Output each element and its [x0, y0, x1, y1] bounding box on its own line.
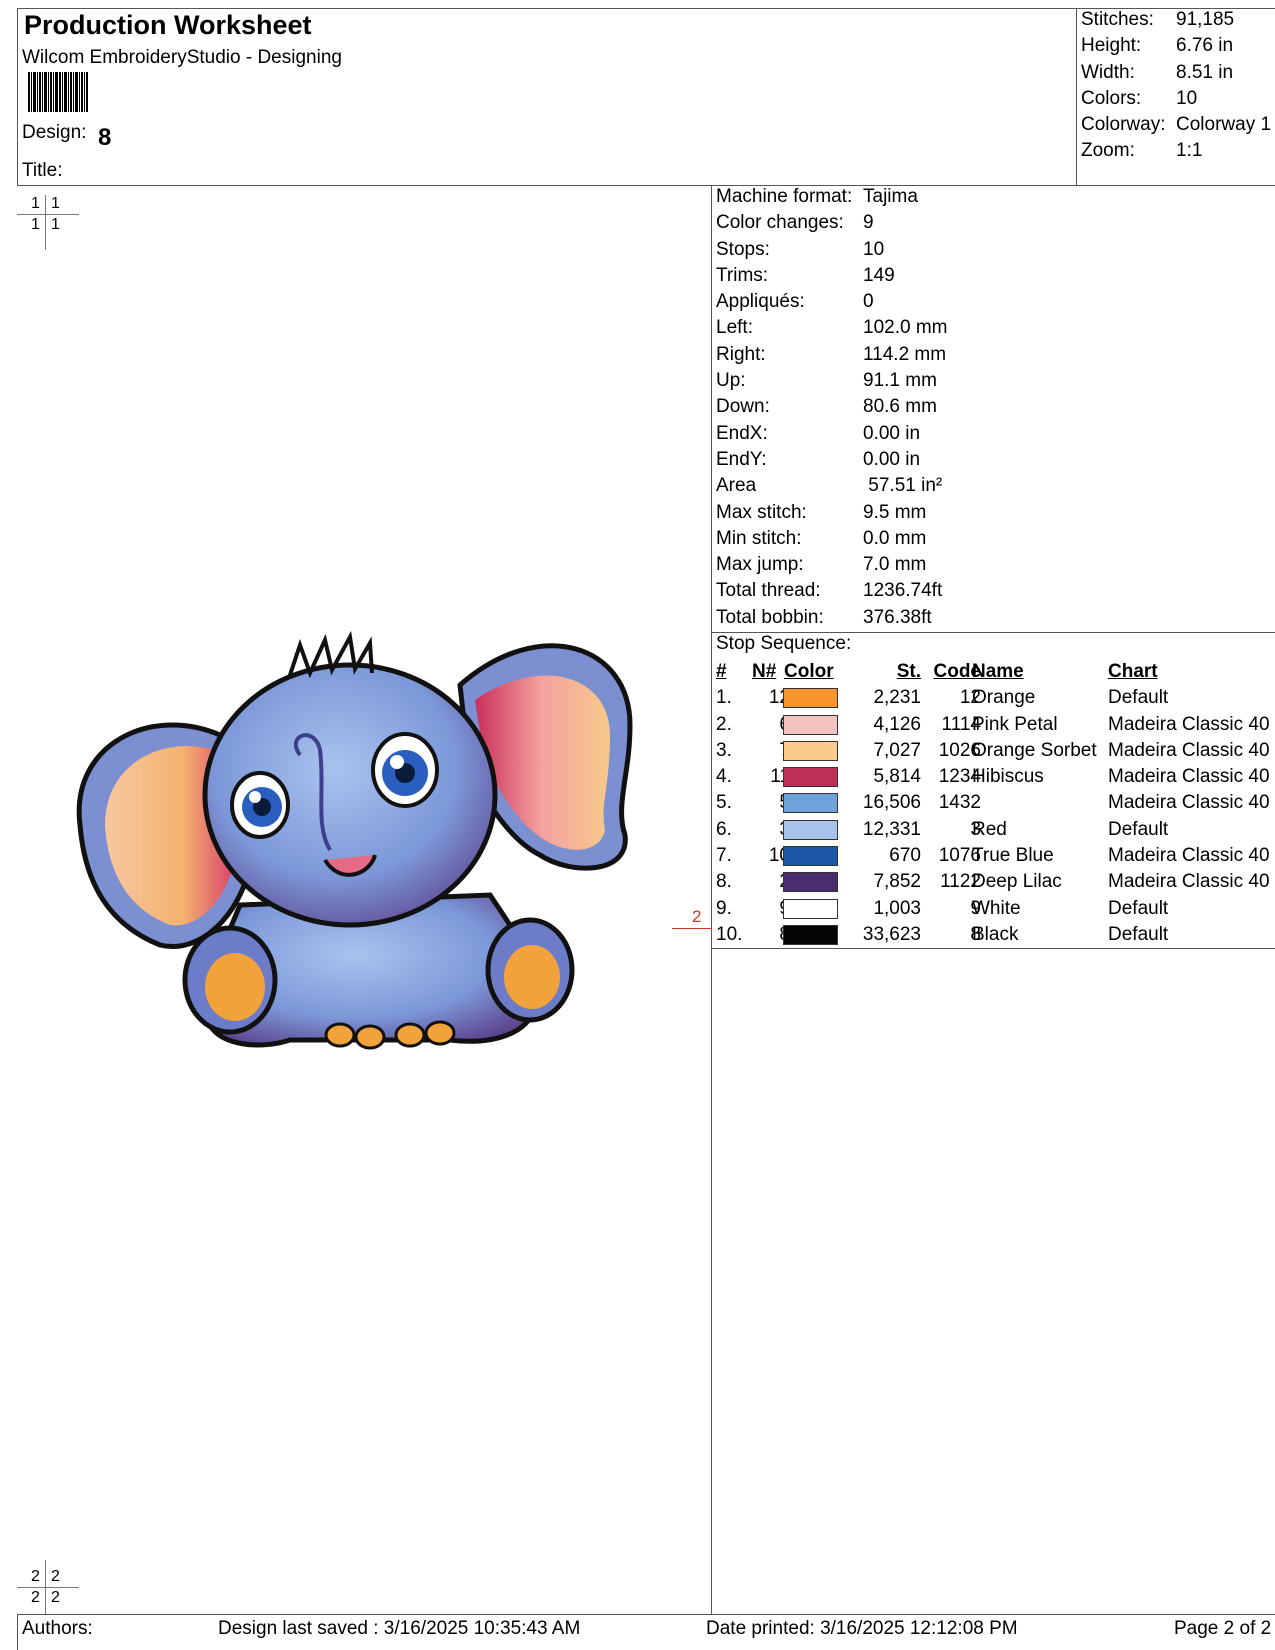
row-name: Orange Sorbet: [972, 739, 1097, 761]
header-name: Name: [972, 661, 1024, 682]
footer-last-saved: Design last saved : 3/16/2025 10:35:43 A…: [218, 1618, 581, 1639]
row-chart: Madeira Classic 40: [1108, 766, 1270, 788]
stop-marker: 2: [692, 907, 702, 926]
barcode-icon: [28, 72, 88, 112]
row-chart: Default: [1108, 687, 1169, 709]
registration-mark-bottom: 2: [51, 1568, 60, 1585]
row-num: 4.: [716, 766, 732, 788]
footer-border: [17, 1614, 18, 1650]
row-name: True Blue: [972, 845, 1054, 867]
color-swatch: [783, 688, 838, 709]
row-code: 1432: [938, 792, 981, 814]
header-num: #: [716, 661, 727, 682]
footer-date-printed: Date printed: 3/16/2025 12:12:08 PM: [706, 1618, 1018, 1639]
row-num: 7.: [716, 845, 732, 867]
row-stitches: 12,331: [862, 818, 921, 840]
row-name: Deep Lilac: [972, 871, 1062, 893]
row-stitches: 4,126: [873, 713, 921, 735]
footer-page-number: Page 2 of 2: [1174, 1618, 1272, 1639]
footer-authors: Authors:: [22, 1618, 93, 1639]
row-name: Red: [972, 818, 1007, 840]
color-swatch: [783, 898, 838, 919]
design-label: Design:: [22, 122, 87, 143]
row-chart: Madeira Classic 40: [1108, 871, 1270, 893]
registration-mark-top: 1: [51, 195, 60, 212]
registration-mark-bottom: 2: [31, 1568, 40, 1585]
row-stitches: 7,852: [873, 871, 921, 893]
registration-mark-top: 1: [31, 216, 40, 233]
color-swatch: [783, 872, 838, 893]
row-chart: Madeira Classic 40: [1108, 845, 1270, 867]
color-swatch: [783, 767, 838, 788]
row-name: Orange: [972, 687, 1036, 709]
registration-line: [45, 1560, 46, 1614]
row-num: 6.: [716, 818, 732, 840]
color-swatch: [783, 740, 838, 761]
row-num: 2.: [716, 713, 732, 735]
header-divider: [1076, 8, 1077, 186]
header-color: Color: [784, 661, 834, 682]
registration-mark-top: 1: [51, 216, 60, 233]
color-swatch: [783, 819, 838, 840]
summary-row: Colorway: Colorway 1: [1081, 114, 1272, 136]
row-stitches: 670: [889, 845, 921, 867]
row-num: 1.: [716, 687, 732, 709]
summary-row: Colors: 10: [1081, 87, 1198, 109]
row-chart: Default: [1108, 897, 1169, 919]
registration-line: [17, 1587, 79, 1588]
row-chart: Madeira Classic 40: [1108, 792, 1270, 814]
header-chart: Chart: [1108, 661, 1158, 682]
row-num: 5.: [716, 792, 732, 814]
row-stitches: 5,814: [873, 766, 921, 788]
row-stitches: 2,231: [873, 687, 921, 709]
design-value: 8: [98, 124, 112, 151]
row-name: Black: [972, 923, 1019, 945]
summary-row: Zoom: 1:1: [1081, 140, 1203, 162]
title-label: Title:: [22, 160, 63, 181]
row-stitches: 1,003: [873, 897, 921, 919]
color-swatch: [783, 924, 838, 945]
summary-row: Height: 6.76 in: [1081, 35, 1234, 57]
row-num: 8.: [716, 871, 732, 893]
row-stitches: 33,623: [862, 923, 921, 945]
row-name: White: [972, 897, 1021, 919]
elephant-embroidery-preview: [76, 630, 633, 1050]
registration-line: [17, 214, 79, 215]
row-stitches: 16,506: [862, 792, 921, 814]
registration-mark-bottom: 2: [51, 1589, 60, 1606]
stop-sequence-title: Stop Sequence:: [716, 633, 852, 654]
row-name: Pink Petal: [972, 713, 1058, 735]
color-swatch: [783, 846, 838, 867]
header-stitches: St.: [896, 661, 921, 682]
footer-divider: [17, 1614, 1275, 1615]
design-summary: Stitches: 91,185 Height: 6.76 in Width: 8.5…: [1081, 7, 1275, 165]
row-num: 9.: [716, 897, 732, 919]
row-chart: Default: [1108, 818, 1169, 840]
color-swatch: [783, 793, 838, 814]
row-num: 10.: [716, 923, 743, 945]
column-divider: [711, 186, 712, 1614]
row-stitches: 7,027: [873, 739, 921, 761]
software-subtitle: Wilcom EmbroideryStudio - Designing: [22, 47, 342, 68]
color-swatch: [783, 714, 838, 735]
registration-mark-top: 1: [31, 195, 40, 212]
summary-row: Stitches: 91,185: [1081, 9, 1235, 30]
registration-mark-bottom: 2: [31, 1589, 40, 1606]
page-title: Production Worksheet: [24, 10, 312, 40]
row-num: 3.: [716, 739, 732, 761]
row-chart: Madeira Classic 40: [1108, 739, 1270, 761]
row-chart: Madeira Classic 40: [1108, 713, 1270, 735]
summary-row: Width: 8.51 in: [1081, 61, 1234, 83]
stop-marker-line: [672, 928, 712, 929]
registration-line: [45, 195, 46, 250]
row-chart: Default: [1108, 923, 1169, 945]
row-name: Hibiscus: [972, 766, 1044, 788]
